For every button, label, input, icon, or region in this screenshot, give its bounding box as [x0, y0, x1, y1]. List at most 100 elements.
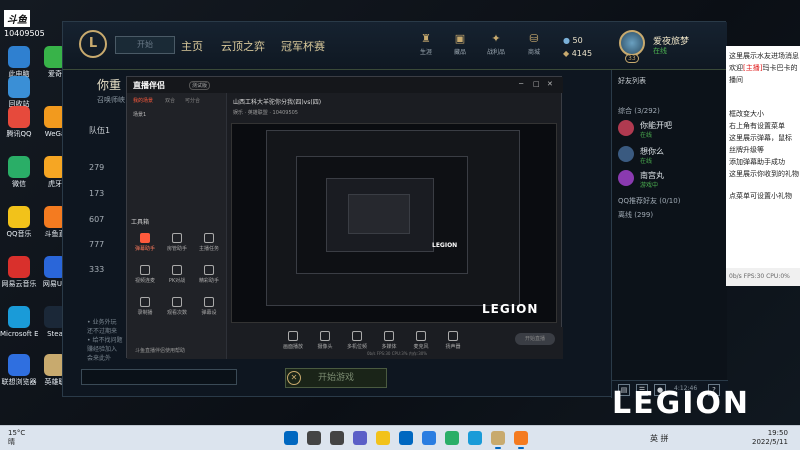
- desktop-icon[interactable]: Microsoft Edge: [0, 306, 38, 338]
- desktop-icon[interactable]: 网易云音乐: [0, 256, 38, 288]
- lol-client-icon[interactable]: [491, 431, 505, 449]
- qq-icon: [8, 106, 30, 128]
- close-icon[interactable]: ✕: [287, 371, 301, 385]
- riot-points-amount: 4145: [571, 49, 593, 58]
- blue-essence-amount: 50: [572, 36, 583, 45]
- legion-logo-preview: LEGION: [482, 302, 539, 316]
- screen-capture-button[interactable]: 画面播放: [279, 331, 307, 350]
- desktop-icon[interactable]: 微信: [0, 156, 38, 188]
- profile-icon[interactable]: ♜ 生涯: [413, 32, 439, 56]
- search-icon[interactable]: [307, 431, 321, 445]
- tool-video-link[interactable]: 视频连麦: [131, 265, 159, 284]
- danmu-icon: [140, 233, 150, 243]
- weather-widget[interactable]: 15°C 晴: [8, 429, 25, 447]
- friend-status: 在线: [640, 158, 653, 165]
- nav-tft[interactable]: 云顶之弈: [221, 38, 265, 54]
- windows-start-icon[interactable]: [284, 431, 298, 445]
- friends-group-offline[interactable]: 离线 (299): [618, 210, 653, 220]
- avatar[interactable]: [619, 30, 645, 56]
- pk-icon: [172, 265, 182, 275]
- video-link-icon: [140, 265, 150, 275]
- scene-item[interactable]: 场景1: [133, 111, 146, 118]
- camera-button[interactable]: 摄像头: [311, 331, 339, 350]
- control-label: 麦克风: [413, 344, 429, 350]
- go-live-button[interactable]: 开始直播: [515, 333, 555, 345]
- desktop-icon[interactable]: 此电脑: [0, 46, 38, 78]
- lol-logo-icon[interactable]: L: [79, 30, 107, 58]
- player-profile[interactable]: 33 爱夜旅梦 在线: [619, 28, 727, 68]
- party-chat-input[interactable]: [81, 369, 237, 385]
- chat-text-highlight: [主播]: [743, 64, 763, 72]
- tool-pk[interactable]: PK对战: [163, 265, 191, 284]
- legion-logo: LEGION: [612, 386, 751, 421]
- tool-record[interactable]: 录制播: [131, 297, 159, 316]
- control-label: 扬声器: [445, 344, 461, 350]
- store-icon[interactable]: [399, 431, 413, 445]
- minimize-icon[interactable]: ─: [519, 80, 523, 88]
- desktop-icon[interactable]: 腾讯QQ: [0, 106, 38, 138]
- microphone-button[interactable]: 麦克风: [407, 331, 435, 350]
- tool-tasks[interactable]: 主播任务: [195, 233, 223, 252]
- clock[interactable]: 19:50 2022/5/11: [752, 429, 788, 447]
- wechat-icon: [8, 156, 30, 178]
- tool-viewers[interactable]: 观看次数: [163, 297, 191, 316]
- maximize-icon[interactable]: □: [533, 80, 540, 88]
- desktop-icon-label: Microsoft Edge: [0, 330, 38, 338]
- speaker-button[interactable]: 扬声器: [439, 331, 467, 350]
- qq-browser-icon[interactable]: [422, 431, 436, 445]
- friend-item[interactable]: 想你么 在线: [618, 146, 726, 168]
- store-icon[interactable]: ⛁ 商城: [521, 32, 547, 56]
- mic-icon: [416, 331, 426, 341]
- party-slot-number: 777: [89, 240, 105, 249]
- party-slot-number: 173: [89, 189, 105, 198]
- wechat-icon[interactable]: [445, 431, 459, 445]
- stream-version-badge: 测试版: [189, 81, 211, 90]
- close-icon[interactable]: ✕: [547, 80, 553, 88]
- loot-icon[interactable]: ✦ 战利品: [483, 32, 509, 56]
- clock-time: 19:50: [767, 429, 788, 437]
- avatar: [618, 170, 634, 186]
- friends-group-qq[interactable]: QQ推荐好友 (0/10): [618, 196, 680, 206]
- tool-room-admin[interactable]: 房管助手: [163, 233, 191, 252]
- nav-clash[interactable]: 冠军杯赛: [281, 38, 325, 54]
- multi-camera-button[interactable]: 多机位频: [343, 331, 371, 350]
- recycle-bin-icon: [8, 76, 30, 98]
- chat-icon[interactable]: [353, 431, 367, 445]
- tool-highlights[interactable]: 精彩助手: [195, 265, 223, 284]
- system-tray[interactable]: 英 拼: [650, 433, 669, 444]
- help-link[interactable]: 斗鱼直播伴侣使用帮助: [135, 347, 185, 354]
- desktop-icon[interactable]: QQ音乐: [0, 206, 38, 238]
- play-button[interactable]: 开始: [115, 36, 175, 54]
- control-label: 多机位频: [346, 344, 367, 350]
- stream-preview[interactable]: LEGION LEGION: [231, 123, 557, 323]
- desktop-icon[interactable]: 联想浏览器: [0, 354, 38, 386]
- chat-line: 点菜单可设置小礼物: [729, 192, 792, 200]
- chat-line: 右上角有设置菜单: [729, 122, 785, 130]
- collection-label: 藏品: [453, 49, 466, 56]
- douyu-icon[interactable]: [514, 431, 528, 449]
- streaming-app-window: 直播伴侣 测试版 ─ □ ✕ 我的场景 双合 可分合 场景1 工具箱 弹幕助手 …: [126, 76, 563, 359]
- friends-panel: 好友列表 综合 (3/292) 你能开吧 在线 想你么 在线 南宫丸 游戏中 Q…: [611, 70, 728, 398]
- file-explorer-icon[interactable]: [376, 431, 390, 445]
- media-button[interactable]: 多媒体: [375, 331, 403, 350]
- edge-icon[interactable]: [468, 431, 482, 445]
- tool-danmu-settings[interactable]: 弹幕设: [195, 297, 223, 316]
- admin-icon: [172, 233, 182, 243]
- control-label: 多媒体: [381, 344, 397, 350]
- speaker-icon: [448, 331, 458, 341]
- tab-combine[interactable]: 双合: [165, 97, 175, 104]
- friends-group-general[interactable]: 综合 (3/292): [618, 106, 660, 116]
- friend-item[interactable]: 你能开吧 在线: [618, 120, 726, 142]
- tab-my-scenes[interactable]: 我的场景: [133, 97, 153, 104]
- tab-split[interactable]: 可分合: [185, 97, 200, 104]
- friend-status: 在线: [640, 132, 653, 139]
- collection-icon[interactable]: ▣ 藏品: [447, 32, 473, 56]
- friend-item[interactable]: 南宫丸 游戏中: [618, 170, 726, 192]
- task-view-icon[interactable]: [330, 431, 344, 445]
- desktop-icon[interactable]: 回收站: [0, 76, 38, 108]
- stream-stats: 0b/s FPS:30 CPU:3% 内存:30%: [367, 351, 428, 356]
- tool-danmu-helper[interactable]: 弹幕助手: [131, 233, 159, 252]
- stream-sidebar: 我的场景 双合 可分合 场景1 工具箱 弹幕助手 房管助手 主播任务 视频连麦 …: [127, 93, 227, 359]
- stream-room-title[interactable]: 山西工科大羊驼你分我(四)vs(四): [233, 97, 321, 106]
- nav-home[interactable]: 主页: [181, 38, 203, 54]
